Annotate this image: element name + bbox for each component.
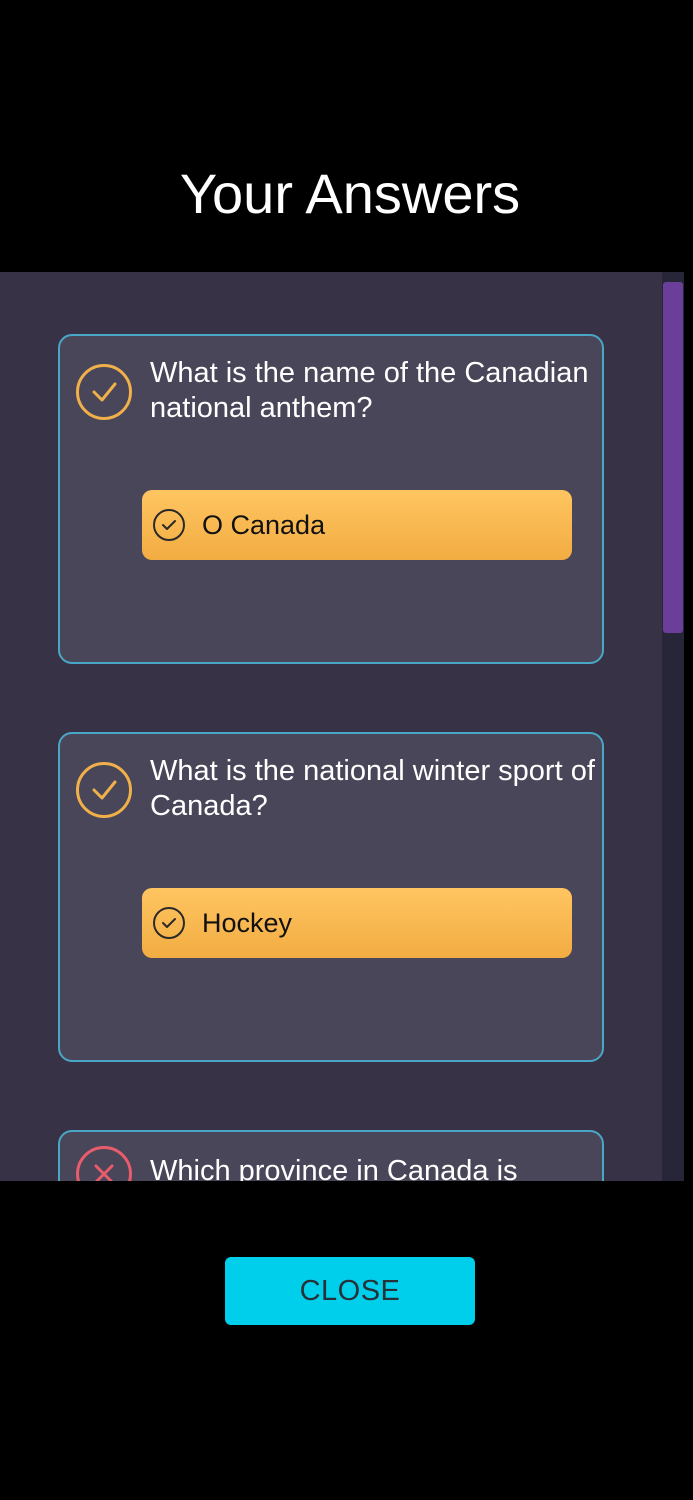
incorrect-status-icon: [76, 1146, 132, 1181]
answer-card: What is the national winter sport of Can…: [58, 732, 604, 1062]
correct-status-icon: [76, 364, 132, 420]
check-icon: [153, 907, 185, 939]
correct-status-icon: [76, 762, 132, 818]
question-text: What is the name of the Canadian nationa…: [150, 357, 589, 424]
close-button[interactable]: CLOSE: [225, 1257, 475, 1325]
answers-list[interactable]: What is the name of the Canadian nationa…: [0, 272, 662, 1181]
selected-answer: O Canada: [142, 490, 572, 560]
selected-answer: Hockey: [142, 888, 572, 958]
scrollbar[interactable]: [662, 272, 684, 1181]
answer-text: O Canada: [202, 510, 326, 540]
question-text: Which province in Canada is: [150, 1155, 518, 1181]
answer-card: Which province in Canada is: [58, 1130, 604, 1181]
answer-text: Hockey: [202, 908, 293, 938]
answers-screen: Your Answers What is the name of the Can…: [0, 0, 693, 1500]
check-icon: [153, 509, 185, 541]
scrollbar-thumb[interactable]: [663, 282, 683, 633]
question-text: What is the national winter sport of Can…: [150, 755, 595, 822]
answer-card: What is the name of the Canadian nationa…: [58, 334, 604, 664]
page-title: Your Answers: [179, 162, 521, 225]
